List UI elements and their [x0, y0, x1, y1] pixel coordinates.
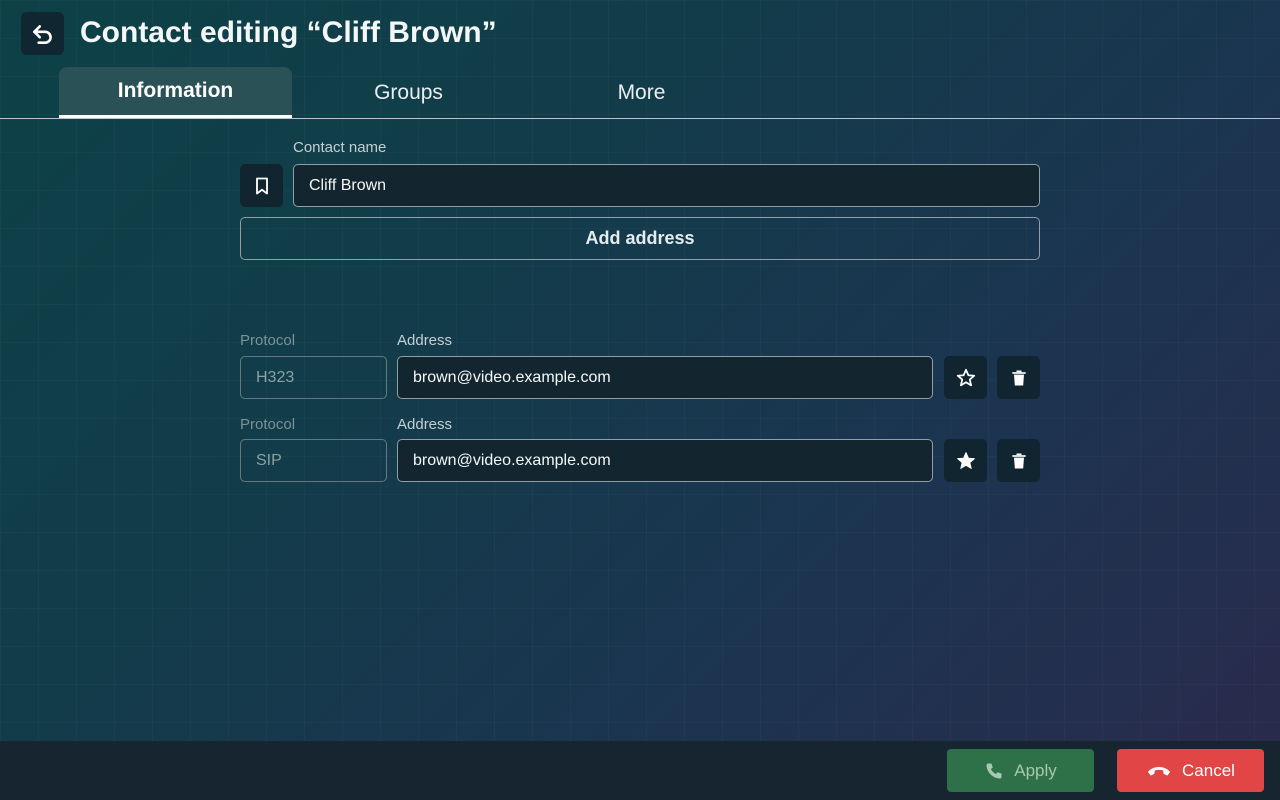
- contact-name-label: Contact name: [293, 139, 387, 156]
- tab-more[interactable]: More: [525, 67, 758, 118]
- apply-label: Apply: [1014, 760, 1057, 780]
- back-button[interactable]: [21, 12, 64, 55]
- address-label: Address: [397, 416, 453, 433]
- star-outline-icon: [956, 368, 975, 386]
- phone-icon: [986, 763, 1002, 778]
- favorite-button[interactable]: [944, 439, 987, 482]
- contact-name-input[interactable]: Cliff Brown: [293, 164, 1040, 207]
- tab-groups[interactable]: Groups: [292, 67, 525, 118]
- apply-button[interactable]: Apply: [947, 749, 1094, 792]
- footer-bar: Apply Cancel: [0, 741, 1280, 800]
- bookmark-icon: [255, 177, 268, 194]
- delete-button[interactable]: [997, 439, 1040, 482]
- cancel-button[interactable]: Cancel: [1117, 749, 1264, 792]
- tab-bar: Information Groups More: [0, 67, 1280, 119]
- protocol-field: H323: [240, 356, 387, 399]
- address-label: Address: [397, 332, 453, 349]
- protocol-label: Protocol: [240, 416, 296, 433]
- delete-button[interactable]: [997, 356, 1040, 399]
- hangup-icon: [1147, 766, 1171, 776]
- bookmark-button[interactable]: [240, 164, 283, 207]
- tab-information[interactable]: Information: [59, 67, 292, 118]
- page-title: Contact editing “Cliff Brown”: [80, 16, 497, 49]
- add-address-button[interactable]: Add address: [240, 217, 1040, 260]
- address-input[interactable]: brown@video.example.com: [397, 439, 933, 482]
- header: Contact editing “Cliff Brown”: [0, 0, 1280, 67]
- cancel-label: Cancel: [1182, 760, 1235, 780]
- protocol-label: Protocol: [240, 332, 296, 349]
- undo-arrow-icon: [32, 24, 52, 44]
- trash-icon: [1011, 453, 1026, 468]
- star-filled-icon: [956, 451, 975, 469]
- protocol-field: SIP: [240, 439, 387, 482]
- address-input[interactable]: brown@video.example.com: [397, 356, 933, 399]
- favorite-button[interactable]: [944, 356, 987, 399]
- trash-icon: [1011, 370, 1026, 385]
